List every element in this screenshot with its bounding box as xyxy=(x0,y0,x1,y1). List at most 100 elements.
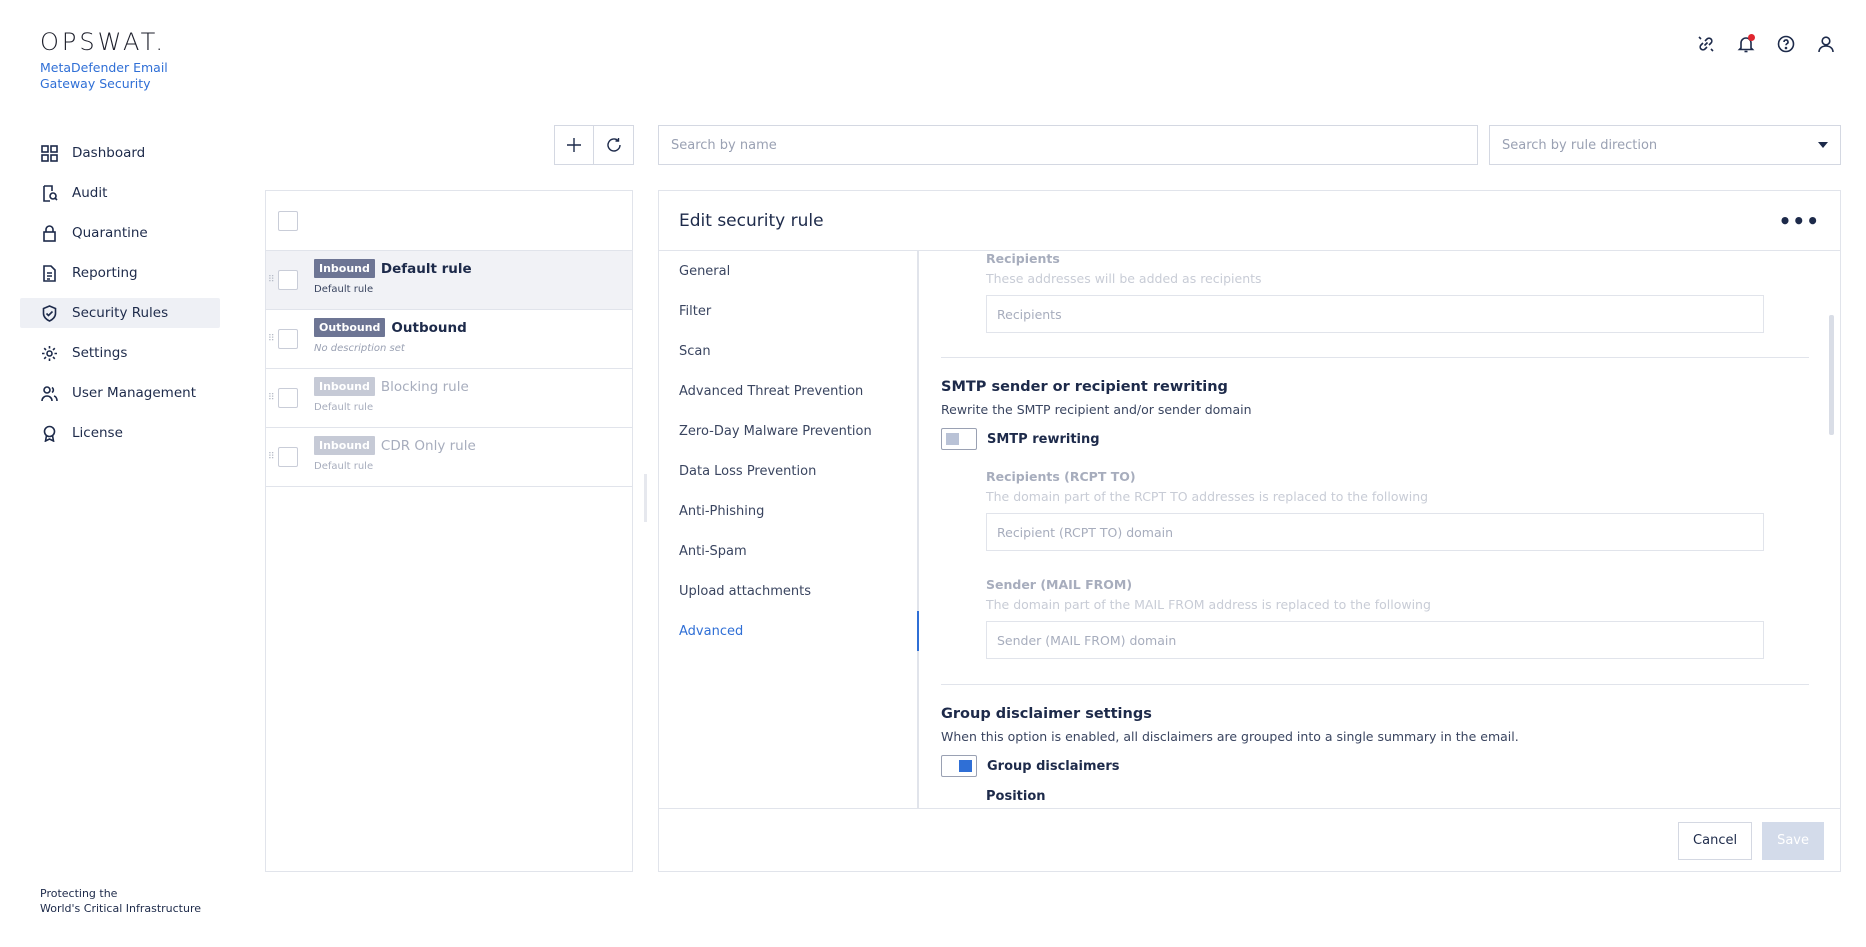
mail-from-input[interactable] xyxy=(986,621,1764,659)
section-divider xyxy=(941,684,1809,685)
drag-handle-icon[interactable]: ⠿ xyxy=(268,275,275,285)
edit-rule-panel: Edit security rule ••• General Filter Sc… xyxy=(658,190,1841,872)
rule-row[interactable]: ⠿ Outbound Outbound No description set xyxy=(266,310,632,369)
sidebar-item-label: Security Rules xyxy=(72,305,169,321)
smtp-rewriting-toggle[interactable] xyxy=(941,428,977,450)
sidebar-item-audit[interactable]: Audit xyxy=(20,178,220,208)
tab-upload-attachments[interactable]: Upload attachments xyxy=(659,571,917,611)
header-actions xyxy=(1696,34,1836,54)
award-icon xyxy=(40,424,58,442)
drag-handle-icon[interactable]: ⠿ xyxy=(268,452,275,462)
sidebar-item-label: Audit xyxy=(72,185,108,201)
rcpt-to-input[interactable] xyxy=(986,513,1764,551)
rule-name: CDR Only rule xyxy=(380,437,476,454)
search-input[interactable] xyxy=(658,125,1478,165)
sidebar-item-reporting[interactable]: Reporting xyxy=(20,258,220,288)
sidebar-item-user-management[interactable]: User Management xyxy=(20,378,220,408)
smtp-rewriting-label: SMTP rewriting xyxy=(987,431,1100,447)
select-all-checkbox[interactable] xyxy=(278,210,298,231)
rule-row[interactable]: ⠿ Inbound Default rule Default rule xyxy=(266,251,632,310)
scrollbar[interactable] xyxy=(1829,315,1834,435)
group-disclaimers-label: Group disclaimers xyxy=(987,758,1120,774)
direction-badge: Inbound xyxy=(314,259,375,278)
rule-direction-select[interactable]: Search by rule direction xyxy=(1489,125,1841,165)
disclaimer-section-title: Group disclaimer settings xyxy=(941,706,1152,722)
smtp-rewriting-section: SMTP sender or recipient rewriting Rewri… xyxy=(941,379,1809,450)
tab-zero-day-malware-prevention[interactable]: Zero-Day Malware Prevention xyxy=(659,411,917,451)
opswat-logo: OPSWAT. xyxy=(40,28,167,56)
link-icon[interactable] xyxy=(1696,34,1716,54)
user-icon[interactable] xyxy=(1816,34,1836,54)
rule-list: ⠿ Inbound Default rule Default rule ⠿ Ou… xyxy=(265,190,633,872)
edit-panel-header: Edit security rule ••• xyxy=(659,191,1840,251)
rule-description: No description set xyxy=(314,343,405,354)
rule-row[interactable]: ⠿ Inbound CDR Only rule Default rule xyxy=(266,428,632,487)
rule-description: Default rule xyxy=(314,461,374,472)
save-button[interactable]: Save xyxy=(1762,821,1824,860)
footer-line-1: Protecting the xyxy=(40,887,118,900)
rule-direction-placeholder: Search by rule direction xyxy=(1502,137,1658,153)
rule-checkbox[interactable] xyxy=(278,388,298,408)
rule-toolbar xyxy=(554,125,634,165)
direction-badge: Inbound xyxy=(314,436,375,455)
drag-handle-icon[interactable]: ⠿ xyxy=(268,334,275,344)
more-options-icon[interactable]: ••• xyxy=(1779,209,1820,233)
disclaimer-section-description: When this option is enabled, all disclai… xyxy=(941,729,1519,744)
bell-icon[interactable] xyxy=(1736,34,1756,54)
smtp-section-title: SMTP sender or recipient rewriting xyxy=(941,379,1228,395)
sidebar-item-quarantine[interactable]: Quarantine xyxy=(20,218,220,248)
recipients-section: Recipients These addresses will be added… xyxy=(986,251,1840,333)
cancel-button[interactable]: Cancel xyxy=(1678,821,1753,860)
sidebar-item-license[interactable]: License xyxy=(20,418,220,448)
gear-icon xyxy=(40,344,58,362)
rule-name: Outbound xyxy=(391,319,467,336)
tab-advanced-threat-prevention[interactable]: Advanced Threat Prevention xyxy=(659,371,917,411)
recipients-hint: These addresses will be added as recipie… xyxy=(986,271,1262,286)
position-label: Position xyxy=(986,789,1046,804)
users-icon xyxy=(40,384,58,402)
mail-from-label: Sender (MAIL FROM) xyxy=(986,577,1133,592)
help-icon[interactable] xyxy=(1776,34,1796,54)
section-divider xyxy=(941,357,1809,358)
footer-line-2: World's Critical Infrastructure xyxy=(40,902,202,915)
sidebar-item-label: Dashboard xyxy=(72,145,146,161)
sidebar-nav: Dashboard Audit Quarantine Reporting Sec… xyxy=(20,138,220,458)
document-icon xyxy=(40,264,58,282)
sidebar-item-security-rules[interactable]: Security Rules xyxy=(20,298,220,328)
rule-row[interactable]: ⠿ Inbound Blocking rule Default rule xyxy=(266,369,632,428)
notification-dot xyxy=(1748,34,1755,41)
add-rule-button[interactable] xyxy=(554,125,594,165)
rule-checkbox[interactable] xyxy=(278,270,298,290)
rule-list-header xyxy=(266,191,632,251)
panel-resize-handle[interactable] xyxy=(644,474,647,522)
shield-check-icon xyxy=(40,304,58,322)
drag-handle-icon[interactable]: ⠿ xyxy=(268,393,275,403)
tab-filter[interactable]: Filter xyxy=(659,291,917,331)
refresh-icon xyxy=(606,138,621,152)
rule-name: Default rule xyxy=(380,260,472,277)
brand-logo: OPSWAT. MetaDefender Email Gateway Secur… xyxy=(40,28,190,92)
tab-anti-spam[interactable]: Anti-Spam xyxy=(659,531,917,571)
sidebar-item-dashboard[interactable]: Dashboard xyxy=(20,138,220,168)
sidebar-item-label: Reporting xyxy=(72,265,138,281)
tab-anti-phishing[interactable]: Anti-Phishing xyxy=(659,491,917,531)
mail-from-hint: The domain part of the MAIL FROM address… xyxy=(986,597,1431,612)
rule-checkbox[interactable] xyxy=(278,447,298,467)
tab-advanced[interactable]: Advanced xyxy=(659,611,919,651)
sidebar-item-settings[interactable]: Settings xyxy=(20,338,220,368)
group-disclaimers-toggle[interactable] xyxy=(941,755,977,777)
rcpt-to-hint: The domain part of the RCPT TO addresses… xyxy=(986,489,1429,504)
rule-name: Blocking rule xyxy=(380,378,469,395)
tab-general[interactable]: General xyxy=(659,251,917,291)
product-name: MetaDefender Email Gateway Security xyxy=(40,60,168,91)
rule-description: Default rule xyxy=(314,402,374,413)
rule-checkbox[interactable] xyxy=(278,329,298,349)
direction-badge: Inbound xyxy=(314,377,375,396)
refresh-button[interactable] xyxy=(594,125,634,165)
sidebar-item-label: License xyxy=(72,425,123,441)
tab-data-loss-prevention[interactable]: Data Loss Prevention xyxy=(659,451,917,491)
dashboard-icon xyxy=(40,144,58,162)
recipients-input[interactable] xyxy=(986,295,1764,333)
edit-tabs: General Filter Scan Advanced Threat Prev… xyxy=(659,251,919,808)
tab-scan[interactable]: Scan xyxy=(659,331,917,371)
